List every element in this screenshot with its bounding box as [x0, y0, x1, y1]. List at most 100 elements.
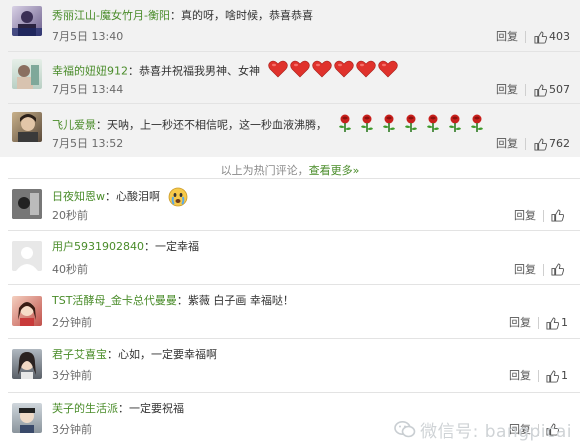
thumbs-up-icon	[534, 30, 547, 44]
avatar[interactable]	[12, 189, 42, 219]
username-link[interactable]: 秀丽江山-魔女竹月-衡阳	[52, 9, 170, 22]
username-link[interactable]: 日夜知恩w	[52, 190, 105, 203]
divider-bar	[543, 210, 544, 222]
comment-time: 2分钟前	[52, 316, 92, 329]
colon-separator: ：	[128, 64, 139, 78]
username-link[interactable]: 幸福的妞妞912	[52, 65, 128, 78]
comment-text: 一定幸福	[155, 240, 199, 253]
username-link[interactable]: TST活酵母_金卡总代曼曼	[52, 294, 177, 307]
hot-comment-row: 飞儿爱景：天呐，上一秒还不相信呢，这一秒血液沸腾， 7月5日 13:52 回复 …	[0, 104, 580, 157]
reply-button[interactable]: 回复	[514, 209, 536, 223]
comment-time: 7月5日 13:40	[52, 30, 124, 43]
row-separator	[8, 230, 580, 231]
reply-button[interactable]: 回复	[509, 369, 531, 383]
comment-time: 3分钟前	[52, 369, 92, 382]
comment-row: TST活酵母_金卡总代曼曼：紫薇 白子画 幸福哒！ 2分钟前 回复 1	[0, 284, 580, 338]
avatar-image	[18, 302, 36, 326]
colon-separator: ：	[176, 294, 188, 307]
rose-emoji-icon	[379, 113, 399, 138]
comment-line: 用户5931902840：一定幸福	[52, 239, 199, 255]
colon-separator: ：	[144, 240, 155, 253]
colon-separator: ：	[105, 190, 116, 203]
thumbs-up-icon	[546, 316, 559, 330]
comment-line: 君子艾喜宝：心如，一定要幸福啊	[52, 347, 217, 363]
comment-line: 秀丽江山-魔女竹月-衡阳：真的呀，啥时候，恭喜恭喜	[52, 8, 313, 24]
avatar[interactable]	[12, 59, 42, 89]
comment-row: 日夜知恩w：心酸泪啊 20秒前 回复	[0, 178, 580, 230]
comment-text: 一定要祝福	[129, 402, 184, 415]
thumbs-up-icon	[546, 369, 559, 383]
like-button[interactable]	[551, 263, 566, 276]
thumbs-up-icon	[551, 209, 564, 222]
username-link[interactable]: 君子艾喜宝	[52, 348, 107, 361]
avatar-image	[17, 65, 39, 89]
reply-button[interactable]: 回复	[514, 263, 536, 277]
comment-line: 芙子的生活派：一定要祝福	[52, 401, 184, 417]
rose-emoji-icon	[357, 113, 377, 138]
like-button[interactable]: 507	[534, 83, 570, 97]
comment-text: 心酸泪啊	[116, 190, 160, 203]
reply-button[interactable]: 回复	[509, 316, 531, 330]
reply-button[interactable]: 回复	[496, 137, 518, 151]
rose-emoji-icon	[335, 113, 355, 138]
divider-label: 以上为热门评论，	[220, 164, 309, 177]
rose-emoji-icon	[445, 113, 465, 138]
like-count: 403	[549, 30, 570, 43]
divider-bar	[538, 317, 539, 329]
like-count: 762	[549, 137, 570, 150]
heart-emoji-group	[267, 60, 398, 83]
colon-separator: ：	[169, 9, 181, 22]
like-button[interactable]	[551, 209, 566, 222]
colon-separator: ：	[118, 402, 129, 415]
avatar[interactable]	[12, 112, 42, 142]
avatar[interactable]	[12, 241, 42, 271]
watermark: 微信号: bangpicai	[394, 417, 572, 442]
thumbs-up-icon	[534, 83, 547, 97]
divider-bar	[525, 31, 526, 43]
row-separator	[8, 178, 580, 179]
hot-comments-divider: 以上为热门评论，查看更多»	[0, 162, 580, 178]
heart-emoji-icon	[377, 60, 398, 83]
avatar[interactable]	[12, 296, 42, 326]
view-more-link[interactable]: 查看更多»	[309, 164, 360, 177]
colon-separator: ：	[96, 118, 107, 132]
comment-text: 心如，一定要幸福啊	[118, 348, 217, 361]
like-count: 1	[561, 369, 568, 382]
comment-row: 用户5931902840：一定幸福 40秒前 回复	[0, 230, 580, 284]
avatar-image	[12, 11, 42, 36]
like-button[interactable]: 1	[546, 316, 568, 330]
comment-row: 君子艾喜宝：心如，一定要幸福啊 3分钟前 回复 1	[0, 338, 580, 392]
divider-bar	[525, 84, 526, 96]
username-link[interactable]: 飞儿爱景	[52, 119, 96, 132]
divider-bar	[525, 138, 526, 150]
like-button[interactable]: 762	[534, 137, 570, 151]
hot-comment-row: 秀丽江山-魔女竹月-衡阳：真的呀，啥时候，恭喜恭喜 7月5日 13:40 回复 …	[0, 0, 580, 52]
reply-button[interactable]: 回复	[496, 30, 518, 44]
comment-line: 幸福的妞妞912：恭喜并祝福我男神、女神	[52, 60, 398, 83]
divider-bar	[538, 370, 539, 382]
avatar-image	[19, 408, 35, 433]
comment-text: 天呐，上一秒还不相信呢，这一秒血液沸腾，	[107, 118, 327, 132]
crying-face-emoji-icon	[168, 187, 188, 207]
default-avatar-icon	[12, 241, 42, 271]
reply-button[interactable]: 回复	[496, 83, 518, 97]
username-link[interactable]: 用户5931902840	[52, 240, 144, 253]
rose-emoji-icon	[423, 113, 443, 138]
avatar[interactable]	[12, 6, 42, 36]
comment-time: 7月5日 13:44	[52, 83, 124, 96]
avatar-image	[18, 114, 38, 142]
comment-time: 40秒前	[52, 263, 88, 276]
avatar[interactable]	[12, 403, 42, 433]
avatar[interactable]	[12, 349, 42, 379]
comment-text: 真的呀，啥时候，恭喜恭喜	[180, 9, 313, 22]
comment-time: 3分钟前	[52, 423, 92, 436]
username-link[interactable]: 芙子的生活派	[52, 402, 118, 415]
comment-text: 恭喜并祝福我男神、女神	[139, 64, 260, 78]
rose-emoji-icon	[467, 113, 487, 138]
comment-line: 飞儿爱景：天呐，上一秒还不相信呢，这一秒血液沸腾，	[52, 113, 487, 138]
like-button[interactable]: 1	[546, 369, 568, 383]
avatar-image	[12, 189, 42, 219]
comment-line: TST活酵母_金卡总代曼曼：紫薇 白子画 幸福哒！	[52, 293, 294, 309]
like-button[interactable]: 403	[534, 30, 570, 44]
comment-text: 紫薇 白子画 幸福哒！	[187, 294, 294, 307]
